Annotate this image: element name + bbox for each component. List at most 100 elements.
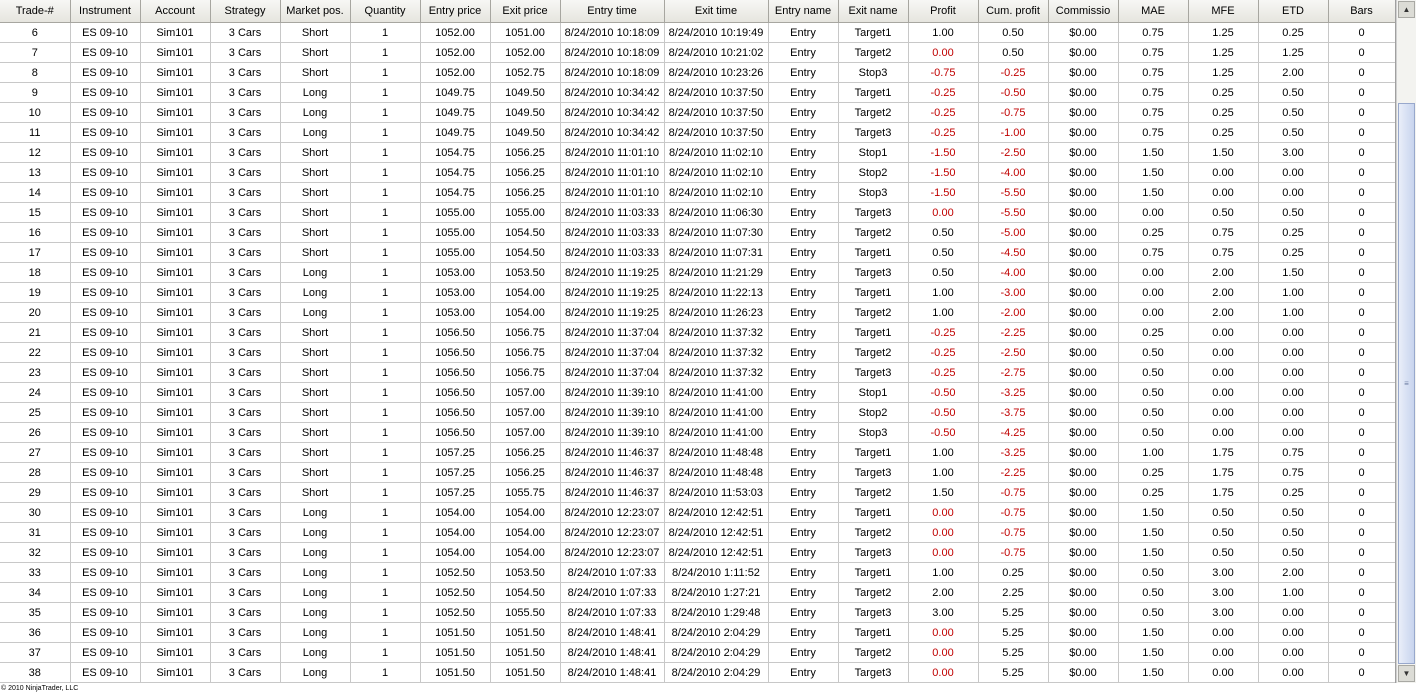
- table-row[interactable]: 34 ES 09-10 Sim101 3 Cars Long 1 1052.50 1054.5…: [0, 582, 1395, 603]
- table-cell: 3 Cars: [210, 42, 281, 63]
- column-header[interactable]: Account: [140, 0, 211, 23]
- column-header[interactable]: ETD: [1258, 0, 1329, 23]
- column-header[interactable]: Exit name: [838, 0, 909, 23]
- table-cell: 1056.25: [490, 462, 561, 483]
- table-cell: 8/24/2010 12:42:51: [664, 502, 769, 523]
- table-row[interactable]: 11 ES 09-10 Sim101 3 Cars Long 1 1049.75 1049.5…: [0, 122, 1395, 143]
- scroll-up-arrow-icon[interactable]: ▲: [1398, 1, 1415, 18]
- table-row[interactable]: 9 ES 09-10 Sim101 3 Cars Long 1 1049.75 1049.50…: [0, 82, 1395, 103]
- table-row[interactable]: 26 ES 09-10 Sim101 3 Cars Short 1 1056.50 1057.…: [0, 422, 1395, 443]
- scroll-thumb[interactable]: ≡: [1398, 103, 1415, 664]
- table-cell: $0.00: [1048, 102, 1119, 123]
- table-cell: 1: [350, 362, 421, 383]
- table-row[interactable]: 37 ES 09-10 Sim101 3 Cars Long 1 1051.50 1051.5…: [0, 642, 1395, 663]
- table-row[interactable]: 19 ES 09-10 Sim101 3 Cars Long 1 1053.00 1054.0…: [0, 282, 1395, 303]
- table-cell: 0: [1328, 222, 1395, 243]
- table-row[interactable]: 17 ES 09-10 Sim101 3 Cars Short 1 1055.00 1054.…: [0, 242, 1395, 263]
- table-row[interactable]: 14 ES 09-10 Sim101 3 Cars Short 1 1054.75 1056.…: [0, 182, 1395, 203]
- table-row[interactable]: 31 ES 09-10 Sim101 3 Cars Long 1 1054.00 1054.0…: [0, 522, 1395, 543]
- table-cell: ES 09-10: [70, 262, 141, 283]
- table-row[interactable]: 29 ES 09-10 Sim101 3 Cars Short 1 1057.25 1055.…: [0, 482, 1395, 503]
- table-cell: 1054.00: [490, 282, 561, 303]
- column-header[interactable]: Entry time: [560, 0, 665, 23]
- column-header[interactable]: Strategy: [210, 0, 281, 23]
- scroll-down-arrow-icon[interactable]: ▼: [1398, 665, 1415, 682]
- column-header[interactable]: Cum. profit: [978, 0, 1049, 23]
- table-cell: Target2: [838, 222, 909, 243]
- column-header[interactable]: Exit time: [664, 0, 769, 23]
- table-cell: 0.00: [1258, 622, 1329, 643]
- table-row[interactable]: 6 ES 09-10 Sim101 3 Cars Short 1 1052.00 1051.0…: [0, 22, 1395, 43]
- table-cell: 0.00: [1188, 342, 1259, 363]
- table-row[interactable]: 13 ES 09-10 Sim101 3 Cars Short 1 1054.75 1056.…: [0, 162, 1395, 183]
- grip-icon: ≡: [1404, 379, 1409, 388]
- table-cell: 3 Cars: [210, 142, 281, 163]
- table-cell: Sim101: [140, 362, 211, 383]
- column-header[interactable]: Entry price: [420, 0, 491, 23]
- table-cell: Sim101: [140, 562, 211, 583]
- table-cell: -4.00: [978, 162, 1049, 183]
- table-cell: 0: [1328, 122, 1395, 143]
- table-cell: 0.00: [1118, 262, 1189, 283]
- table-row[interactable]: 12 ES 09-10 Sim101 3 Cars Short 1 1054.75 1056.…: [0, 142, 1395, 163]
- table-cell: 1: [350, 22, 421, 43]
- table-row[interactable]: 33 ES 09-10 Sim101 3 Cars Long 1 1052.50 1053.5…: [0, 562, 1395, 583]
- table-cell: Target3: [838, 602, 909, 623]
- table-cell: 8/24/2010 11:26:23: [664, 302, 769, 323]
- table-cell: 0.00: [908, 522, 979, 543]
- table-cell: Target3: [838, 462, 909, 483]
- table-row[interactable]: 21 ES 09-10 Sim101 3 Cars Short 1 1056.50 1056.…: [0, 322, 1395, 343]
- table-row[interactable]: 38 ES 09-10 Sim101 3 Cars Long 1 1051.50 1051.5…: [0, 662, 1395, 683]
- column-header[interactable]: MFE: [1188, 0, 1259, 23]
- table-cell: 8/24/2010 11:41:00: [664, 422, 769, 443]
- column-header[interactable]: Profit: [908, 0, 979, 23]
- table-row[interactable]: 18 ES 09-10 Sim101 3 Cars Long 1 1053.00 1053.5…: [0, 262, 1395, 283]
- column-header[interactable]: Market pos.: [280, 0, 351, 23]
- table-cell: 0.00: [908, 502, 979, 523]
- trades-grid[interactable]: Trade-# Instrument Account Strategy Market p…: [0, 0, 1396, 683]
- table-cell: Entry: [768, 202, 839, 223]
- column-header[interactable]: Entry name: [768, 0, 839, 23]
- table-row[interactable]: 24 ES 09-10 Sim101 3 Cars Short 1 1056.50 1057.…: [0, 382, 1395, 403]
- table-row[interactable]: 15 ES 09-10 Sim101 3 Cars Short 1 1055.00 1055.…: [0, 202, 1395, 223]
- column-header[interactable]: Exit price: [490, 0, 561, 23]
- table-row[interactable]: 7 ES 09-10 Sim101 3 Cars Short 1 1052.00 1052.0…: [0, 42, 1395, 63]
- column-header[interactable]: Commissio: [1048, 0, 1119, 23]
- column-header[interactable]: Bars: [1328, 0, 1395, 23]
- table-row[interactable]: 10 ES 09-10 Sim101 3 Cars Long 1 1049.75 1049.5…: [0, 102, 1395, 123]
- table-row[interactable]: 35 ES 09-10 Sim101 3 Cars Long 1 1052.50 1055.5…: [0, 602, 1395, 623]
- column-header[interactable]: MAE: [1118, 0, 1189, 23]
- vertical-scrollbar[interactable]: ▲ ≡ ▼: [1396, 0, 1416, 683]
- table-cell: -0.75: [978, 102, 1049, 123]
- table-row[interactable]: 27 ES 09-10 Sim101 3 Cars Short 1 1057.25 1056.…: [0, 442, 1395, 463]
- table-row[interactable]: 32 ES 09-10 Sim101 3 Cars Long 1 1054.00 1054.0…: [0, 542, 1395, 563]
- table-cell: 8/24/2010 10:19:49: [664, 22, 769, 43]
- table-cell: 1.50: [1118, 522, 1189, 543]
- table-cell: Sim101: [140, 642, 211, 663]
- table-cell: Sim101: [140, 622, 211, 643]
- table-cell: Entry: [768, 282, 839, 303]
- table-row[interactable]: 22 ES 09-10 Sim101 3 Cars Short 1 1056.50 1056.…: [0, 342, 1395, 363]
- table-row[interactable]: 30 ES 09-10 Sim101 3 Cars Long 1 1054.00 1054.0…: [0, 502, 1395, 523]
- table-cell: 3 Cars: [210, 82, 281, 103]
- table-row[interactable]: 20 ES 09-10 Sim101 3 Cars Long 1 1053.00 1054.0…: [0, 302, 1395, 323]
- table-row[interactable]: 23 ES 09-10 Sim101 3 Cars Short 1 1056.50 1056.…: [0, 362, 1395, 383]
- table-cell: $0.00: [1048, 602, 1119, 623]
- table-row[interactable]: 25 ES 09-10 Sim101 3 Cars Short 1 1056.50 1057.…: [0, 402, 1395, 423]
- column-header[interactable]: Quantity: [350, 0, 421, 23]
- table-cell: 23: [0, 362, 71, 383]
- table-cell: 1.50: [1118, 662, 1189, 683]
- table-cell: 3 Cars: [210, 402, 281, 423]
- table-row[interactable]: 8 ES 09-10 Sim101 3 Cars Short 1 1052.00 1052.7…: [0, 62, 1395, 83]
- table-row[interactable]: 28 ES 09-10 Sim101 3 Cars Short 1 1057.25 1056.…: [0, 462, 1395, 483]
- column-header[interactable]: Trade-#: [0, 0, 71, 23]
- column-header[interactable]: Instrument: [70, 0, 141, 23]
- table-row[interactable]: 36 ES 09-10 Sim101 3 Cars Long 1 1051.50 1051.5…: [0, 622, 1395, 643]
- table-cell: 8/24/2010 11:07:30: [664, 222, 769, 243]
- table-row[interactable]: 16 ES 09-10 Sim101 3 Cars Short 1 1055.00 1054.…: [0, 222, 1395, 243]
- table-cell: 0: [1328, 442, 1395, 463]
- table-cell: Target2: [838, 522, 909, 543]
- table-cell: Target3: [838, 362, 909, 383]
- table-cell: 8/24/2010 11:48:48: [664, 442, 769, 463]
- table-cell: 0.00: [908, 622, 979, 643]
